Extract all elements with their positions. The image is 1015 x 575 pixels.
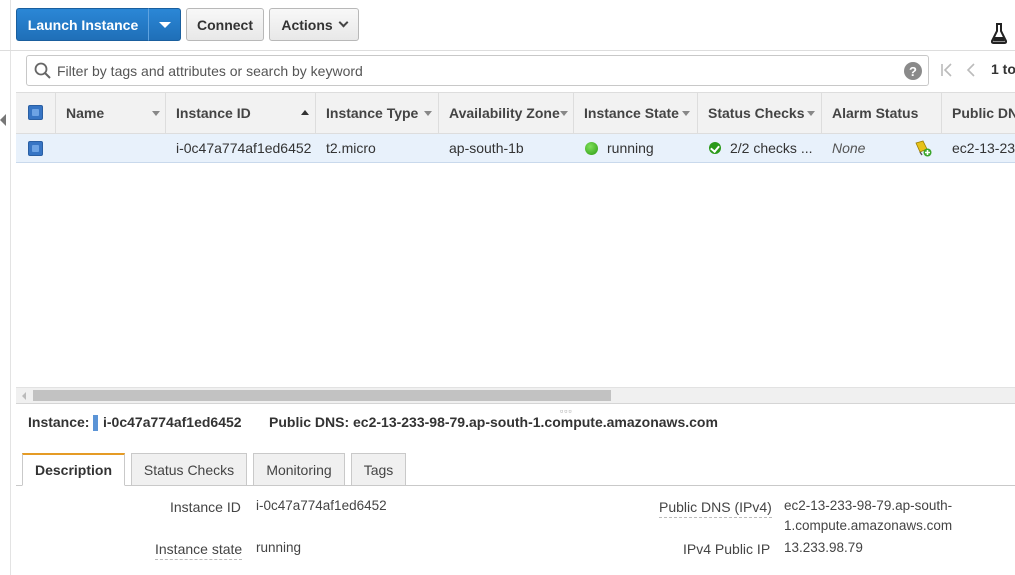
- launch-instance-button[interactable]: Launch Instance: [16, 8, 149, 41]
- cell-instance-id: i-0c47a774af1ed6452: [176, 140, 312, 156]
- public-dns-field-value-line1: ec2-13-233-98-79.ap-south-: [784, 498, 953, 513]
- col-instance-state-label: Instance State: [584, 105, 679, 121]
- caret-down-icon: [560, 111, 568, 116]
- col-instance-type-label: Instance Type: [326, 105, 419, 121]
- col-availability-zone[interactable]: Availability Zone: [439, 93, 574, 133]
- col-status-checks-label: Status Checks: [708, 105, 805, 121]
- table-row[interactable]: i-0c47a774af1ed6452 t2.micro ap-south-1b…: [16, 134, 1015, 163]
- instance-id-field-value: i-0c47a774af1ed6452: [256, 498, 387, 513]
- instance-id-field-label: Instance ID: [170, 499, 241, 515]
- col-name[interactable]: Name: [56, 93, 166, 133]
- first-page-icon[interactable]: [940, 62, 954, 78]
- col-status-checks[interactable]: Status Checks: [698, 93, 822, 133]
- tab-tags[interactable]: Tags: [351, 453, 406, 486]
- horizontal-scrollbar[interactable]: [16, 387, 1015, 403]
- tab-status-checks-label: Status Checks: [143, 461, 235, 478]
- col-instance-id-label: Instance ID: [176, 105, 251, 121]
- tab-monitoring[interactable]: Monitoring: [253, 453, 345, 486]
- actions-label: Actions: [281, 16, 333, 33]
- launch-instance-dropdown-button[interactable]: [148, 8, 181, 41]
- instance-state-field-label: Instance state: [155, 541, 243, 560]
- public-dns-field-label: Public DNS (IPv4): [659, 499, 772, 518]
- instance-id-heading: i-0c47a774af1ed6452: [103, 414, 242, 430]
- col-instance-id[interactable]: Instance ID: [166, 93, 316, 133]
- instance-marker: [93, 415, 98, 431]
- col-availability-zone-label: Availability Zone: [449, 105, 560, 121]
- cell-status-checks: 2/2 checks ...: [709, 134, 812, 162]
- instance-state-text: running: [607, 140, 654, 156]
- tab-description[interactable]: Description: [22, 453, 125, 486]
- add-alarm-icon[interactable]: [914, 140, 932, 157]
- collapse-nav-icon[interactable]: [0, 114, 6, 126]
- panel-splitter[interactable]: [16, 403, 1015, 404]
- instance-state-field-value: running: [256, 540, 302, 555]
- col-alarm-status[interactable]: Alarm Status: [822, 93, 942, 133]
- caret-down-icon: [152, 111, 160, 116]
- search-input[interactable]: [57, 57, 897, 84]
- row-checkbox[interactable]: [28, 141, 43, 156]
- tab-monitoring-label: Monitoring: [266, 461, 332, 478]
- col-instance-type[interactable]: Instance Type: [316, 93, 439, 133]
- sort-ascending-icon: [301, 110, 309, 115]
- col-alarm-status-label: Alarm Status: [832, 105, 919, 121]
- caret-down-icon: [424, 111, 432, 116]
- cell-instance-state: running: [585, 134, 654, 162]
- check-circle-icon: [709, 142, 721, 154]
- table-header: Name Instance ID Instance Type Availabil…: [16, 92, 1015, 134]
- status-checks-text: 2/2 checks ...: [730, 140, 813, 156]
- add-alarm-cell[interactable]: [914, 134, 932, 162]
- ipv4-public-ip-field-label: IPv4 Public IP: [683, 541, 771, 557]
- col-public-dns[interactable]: Public DN: [942, 93, 1015, 133]
- row-select-cell: [16, 134, 56, 162]
- actions-button[interactable]: Actions: [269, 8, 359, 41]
- cell-public-dns: ec2-13-233: [952, 140, 1015, 156]
- previous-page-icon[interactable]: [965, 62, 977, 78]
- scroll-left-icon[interactable]: [22, 392, 26, 400]
- search-icon: [34, 62, 51, 79]
- pager-text: 1 to: [991, 61, 1015, 77]
- col-public-dns-label: Public DN: [952, 105, 1015, 121]
- public-dns-heading: Public DNS: ec2-13-233-98-79.ap-south-1.…: [269, 414, 718, 430]
- col-instance-state[interactable]: Instance State: [574, 93, 698, 133]
- caret-down-icon: [158, 21, 171, 28]
- cell-availability-zone: ap-south-1b: [449, 140, 524, 156]
- caret-down-icon: [807, 111, 815, 116]
- select-all-checkbox[interactable]: [28, 105, 43, 120]
- left-rail: [0, 0, 11, 575]
- scrollbar-thumb[interactable]: [33, 390, 611, 401]
- running-status-icon: [585, 141, 598, 155]
- instance-label: Instance:: [28, 414, 90, 430]
- connect-button[interactable]: Connect: [186, 8, 264, 41]
- tab-tags-label: Tags: [363, 461, 394, 478]
- ipv4-public-ip-field-value: 13.233.98.79: [784, 540, 863, 555]
- flask-icon[interactable]: [990, 22, 1008, 44]
- cell-name: [66, 134, 166, 162]
- toolbar-divider: [11, 50, 1015, 51]
- cell-instance-type: t2.micro: [326, 140, 376, 156]
- connect-label: Connect: [197, 16, 253, 33]
- caret-down-icon: [682, 111, 690, 116]
- chevron-down-icon: [338, 17, 349, 28]
- select-all-cell: [16, 93, 56, 133]
- tab-description-label: Description: [34, 462, 112, 478]
- cell-alarm-status: None: [832, 140, 866, 156]
- help-icon[interactable]: ?: [904, 62, 922, 80]
- tab-status-checks[interactable]: Status Checks: [131, 453, 247, 486]
- col-name-label: Name: [66, 105, 105, 121]
- public-dns-field-value-line2: 1.compute.amazonaws.com: [784, 518, 953, 533]
- search-bar[interactable]: ?: [26, 55, 929, 86]
